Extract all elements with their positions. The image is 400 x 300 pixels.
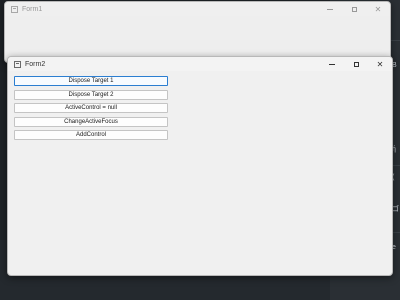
- form2-title: Form2: [25, 60, 46, 68]
- form2-titlebar[interactable]: Form2 ✕: [8, 57, 392, 71]
- background-text: ゴ: [392, 206, 399, 213]
- minimize-icon: [327, 8, 333, 10]
- form1-titlebar[interactable]: Form1 ✕: [5, 2, 390, 16]
- app-window-icon: [14, 60, 21, 68]
- form2-caption-buttons: ✕: [320, 57, 392, 71]
- maximize-button[interactable]: [342, 2, 366, 16]
- change-active-focus-button[interactable]: ChangeActiveFocus: [14, 117, 168, 127]
- form1-caption-buttons: ✕: [318, 2, 390, 16]
- add-control-button[interactable]: AddControl: [14, 130, 168, 140]
- close-button[interactable]: ✕: [368, 57, 392, 71]
- dispose-target-1-button[interactable]: Dispose Target 1: [14, 76, 168, 86]
- minimize-button[interactable]: [320, 57, 344, 71]
- form1-window[interactable]: Form1 ✕: [4, 1, 391, 63]
- minimize-button[interactable]: [318, 2, 342, 16]
- app-window-icon: [11, 5, 18, 13]
- maximize-button[interactable]: [344, 57, 368, 71]
- dispose-target-2-button[interactable]: Dispose Target 2: [14, 90, 168, 100]
- close-icon: ✕: [374, 4, 382, 14]
- form1-title: Form1: [22, 5, 43, 13]
- close-icon: ✕: [376, 59, 384, 69]
- minimize-icon: [329, 63, 335, 65]
- active-control-null-button[interactable]: ActiveControl = null: [14, 103, 168, 113]
- form2-window[interactable]: Form2 ✕ Dispose Target 1 Dispose Target …: [7, 56, 393, 276]
- maximize-icon: [351, 6, 357, 12]
- close-button[interactable]: ✕: [366, 2, 390, 16]
- maximize-icon: [353, 61, 359, 67]
